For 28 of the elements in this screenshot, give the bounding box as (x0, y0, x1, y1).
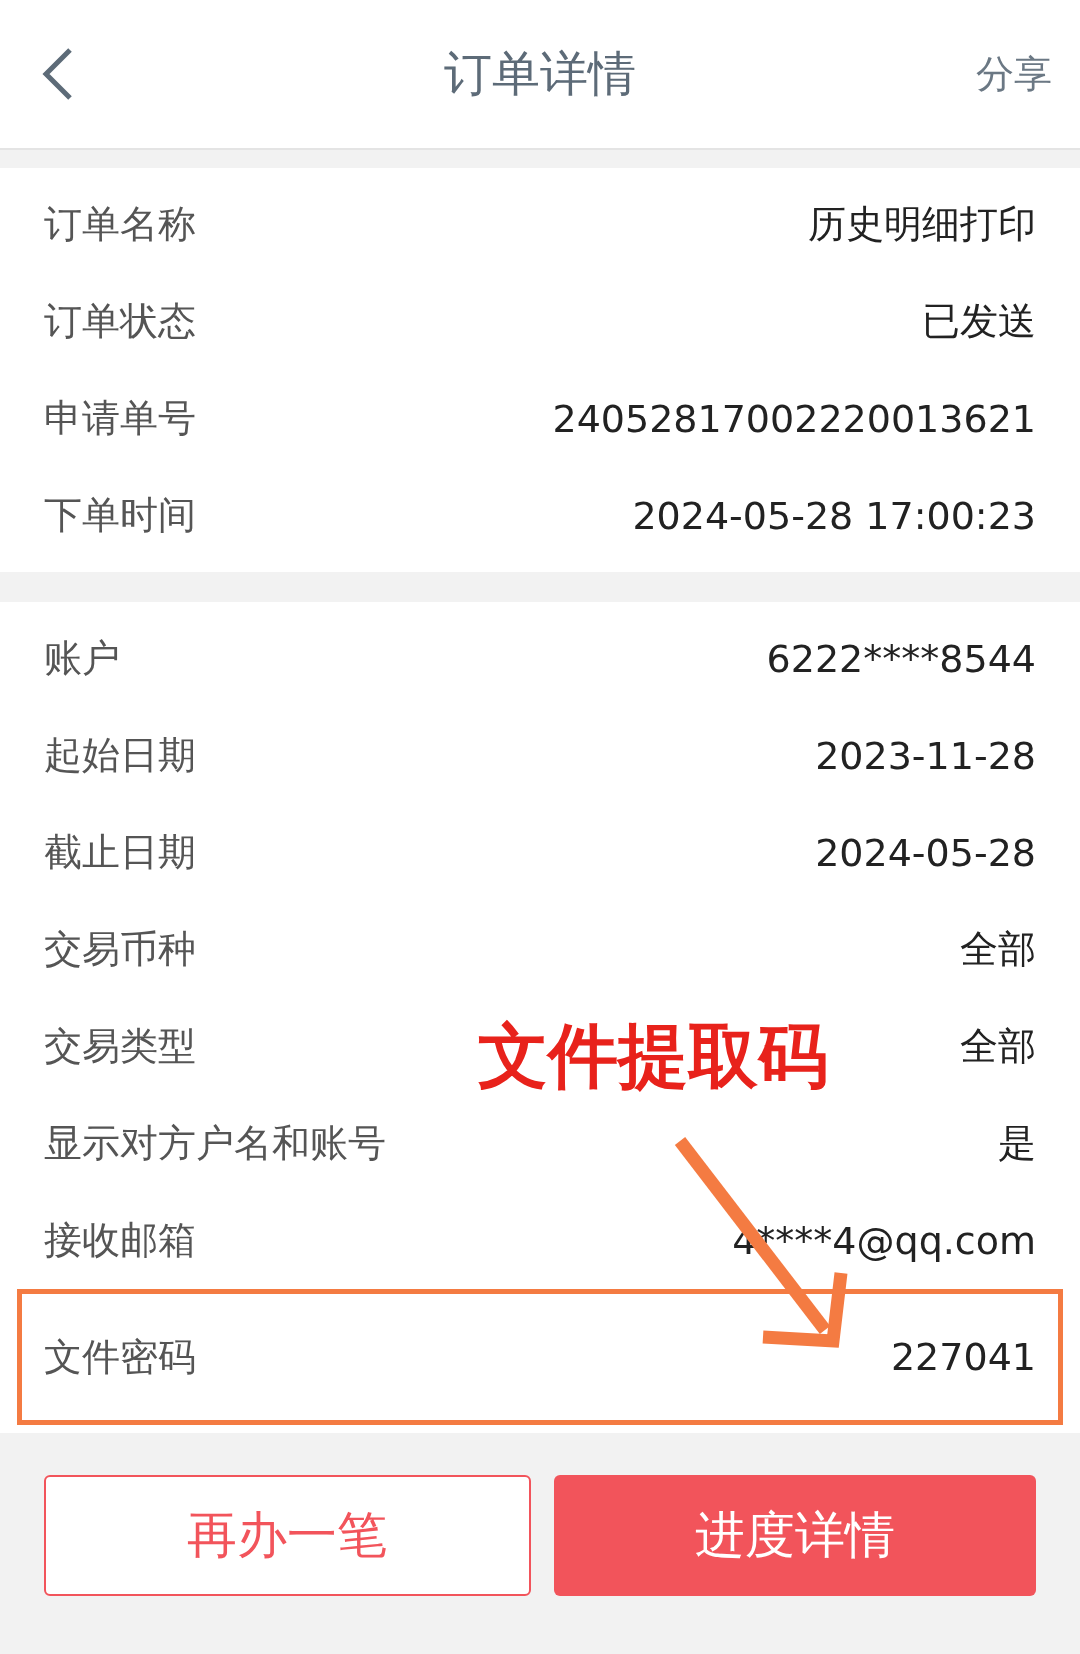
field-value: 历史明细打印 (808, 201, 1036, 248)
field-label: 交易类型 (44, 1023, 196, 1070)
field-value: 2024-05-28 17:00:23 (632, 493, 1036, 538)
page-title: 订单详情 (444, 45, 636, 101)
field-label: 文件密码 (44, 1333, 196, 1381)
field-value: 全部 (960, 926, 1036, 973)
field-label: 显示对方户名和账号 (44, 1120, 386, 1167)
share-link[interactable]: 分享 (976, 48, 1052, 100)
field-label: 交易币种 (44, 926, 196, 973)
field-value: 是 (998, 1120, 1036, 1167)
field-value: 已发送 (922, 298, 1036, 345)
field-label: 订单状态 (44, 298, 196, 345)
progress-button[interactable]: 进度详情 (553, 1475, 1036, 1596)
field-label: 申请单号 (44, 395, 196, 442)
repeat-button[interactable]: 再办一笔 (44, 1475, 531, 1596)
field-label: 接收邮箱 (44, 1217, 196, 1264)
field-value: 227041 (890, 1335, 1036, 1379)
field-label: 截止日期 (44, 829, 196, 876)
field-value: 2023-11-28 (815, 733, 1036, 778)
field-value: 6222****8544 (766, 636, 1036, 681)
field-value: 全部 (960, 1023, 1036, 1070)
field-value: 24052817002220013621 (552, 396, 1036, 441)
field-label: 订单名称 (44, 201, 196, 248)
field-label: 起始日期 (44, 732, 196, 779)
field-label: 账户 (44, 635, 120, 682)
annotation-caption: 文件提取码 (478, 1014, 828, 1099)
field-value: 2024-05-28 (815, 830, 1036, 875)
field-label: 下单时间 (44, 492, 196, 539)
